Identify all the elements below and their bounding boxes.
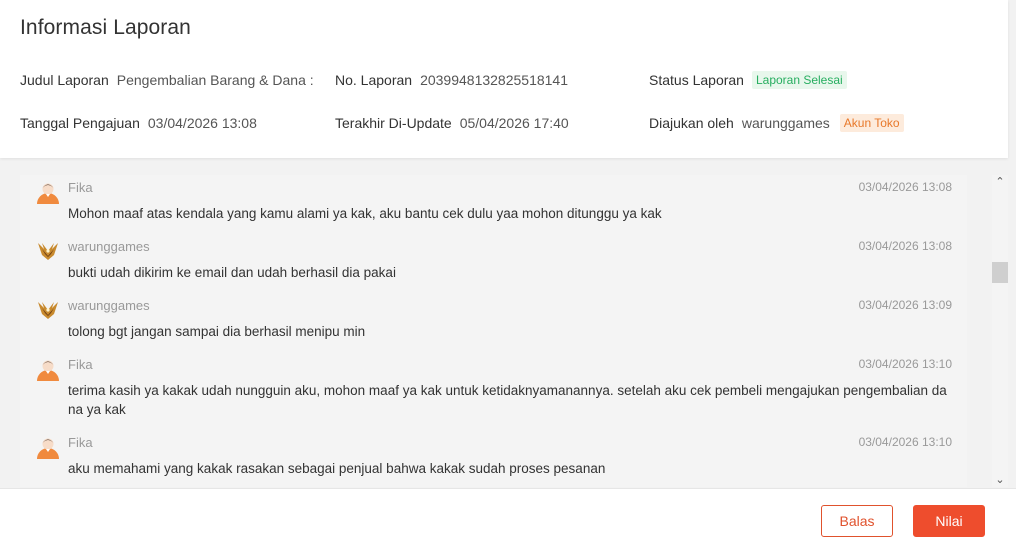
scroll-up-icon[interactable]: ⌃ [992,175,1008,189]
message-text: terima kasih ya kakak udah nungguin aku,… [68,383,947,417]
field-value: 03/04/2026 13:08 [147,115,257,131]
message-author: Fika [68,435,93,450]
field-diajukan-oleh: Diajukan oleh warunggames Akun Toko [649,114,904,132]
scroll-thumb[interactable] [992,262,1008,283]
chat-message: Fika 03/04/2026 13:08 Mohon maaf atas ke… [20,180,967,230]
chat-scrollbar[interactable]: ⌃ ⌄ [992,175,1008,487]
field-label: No. Laporan [335,72,413,88]
field-label: Tanggal Pengajuan [20,115,140,131]
chat-message: warunggames 03/04/2026 13:09 tolong bgt … [20,298,967,348]
field-tanggal-pengajuan: Tanggal Pengajuan 03/04/2026 13:08 [20,115,257,131]
chat-message: Fika 03/04/2026 13:10 terima kasih ya ka… [20,357,967,427]
field-value: Pengembalian Barang & Dana : [116,72,314,88]
rate-button[interactable]: Nilai [913,505,985,537]
shop-avatar-icon [38,243,58,260]
message-text: tolong bgt jangan sampai dia berhasil me… [68,324,366,339]
message-text: Mohon maaf atas kendala yang kamu alami … [68,206,662,221]
field-value: warunggames [741,115,830,131]
field-terakhir-update: Terakhir Di-Update 05/04/2026 17:40 [335,115,569,131]
action-footer: Balas Nilai [0,488,1016,551]
field-no-laporan: No. Laporan 2039948132825518141 [335,72,568,88]
field-label: Status Laporan [649,72,744,88]
report-info-card: Informasi Laporan Judul Laporan Pengemba… [0,0,1008,158]
field-status-laporan: Status Laporan Laporan Selesai [649,71,847,89]
field-value: 2039948132825518141 [420,72,568,88]
chat-history[interactable]: Fika 03/04/2026 13:08 Mohon maaf atas ke… [20,175,967,487]
field-label: Terakhir Di-Update [335,115,452,131]
agent-avatar-icon [37,360,59,381]
message-time: 03/04/2026 13:08 [858,180,952,194]
status-badge: Laporan Selesai [751,71,847,89]
scroll-down-icon[interactable]: ⌄ [992,473,1008,487]
message-text: bukti udah dikirim ke email dan udah ber… [68,265,396,280]
message-author: Fika [68,180,93,195]
message-time: 03/04/2026 13:08 [858,239,952,253]
reply-button[interactable]: Balas [821,505,893,537]
field-judul-laporan: Judul Laporan Pengembalian Barang & Dana… [20,72,314,88]
message-text: aku memahami yang kakak rasakan sebagai … [68,461,606,476]
agent-avatar-icon [37,183,59,204]
message-time: 03/04/2026 13:09 [858,298,952,312]
message-author: warunggames [68,239,150,254]
field-value: 05/04/2026 17:40 [459,115,569,131]
chat-message: warunggames 03/04/2026 13:08 bukti udah … [20,239,967,289]
chat-message: Fika 03/04/2026 13:10 aku memahami yang … [20,435,967,485]
field-label: Diajukan oleh [649,115,734,131]
message-time: 03/04/2026 13:10 [858,435,952,449]
message-author: Fika [68,357,93,372]
message-author: warunggames [68,298,150,313]
page-title: Informasi Laporan [20,16,191,39]
field-label: Judul Laporan [20,72,109,88]
account-type-badge: Akun Toko [839,114,904,132]
shop-avatar-icon [38,302,58,319]
agent-avatar-icon [37,438,59,459]
message-time: 03/04/2026 13:10 [858,357,952,371]
